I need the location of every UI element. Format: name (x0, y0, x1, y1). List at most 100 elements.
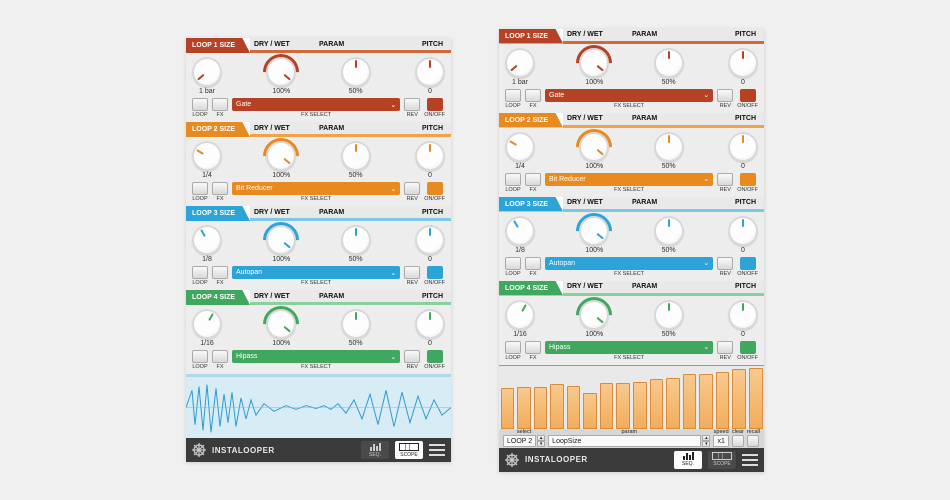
seq-step[interactable] (699, 374, 713, 428)
pitch-knob[interactable] (728, 300, 758, 330)
seq-step[interactable] (517, 387, 531, 429)
param-knob[interactable] (654, 300, 684, 330)
fx-button[interactable] (212, 350, 228, 363)
seq-recall-button[interactable] (747, 435, 759, 447)
loop-size-knob[interactable] (192, 141, 222, 171)
seq-step[interactable] (616, 383, 630, 428)
loop-button[interactable] (505, 257, 521, 270)
seq-mode-button[interactable]: SEQ. (361, 441, 389, 459)
fx-button[interactable] (525, 173, 541, 186)
loop-button[interactable] (192, 98, 208, 111)
drywet-knob[interactable] (266, 225, 296, 255)
seq-clear-button[interactable] (732, 435, 744, 447)
drywet-knob[interactable] (266, 141, 296, 171)
seq-step[interactable] (600, 383, 614, 428)
drywet-knob[interactable] (266, 57, 296, 87)
rev-button[interactable] (717, 173, 733, 186)
fx-button[interactable] (525, 257, 541, 270)
seq-speed-field[interactable]: x1 (713, 435, 728, 447)
loop-button[interactable] (192, 350, 208, 363)
rev-button[interactable] (404, 350, 420, 363)
seq-step[interactable] (666, 378, 680, 428)
loop-size-knob[interactable] (505, 48, 535, 78)
seq-param-field[interactable]: LoopSize (548, 435, 701, 447)
seq-select-stepper[interactable]: ▴▾ (537, 435, 545, 447)
loop-size-knob[interactable] (192, 225, 222, 255)
onoff-button[interactable] (427, 266, 443, 279)
seq-step[interactable] (716, 372, 730, 429)
onoff-button[interactable] (740, 173, 756, 186)
loop-size-knob[interactable] (192, 57, 222, 87)
pitch-knob[interactable] (415, 57, 445, 87)
param-knob[interactable] (341, 309, 371, 339)
seq-step[interactable] (501, 388, 515, 428)
param-knob[interactable] (654, 132, 684, 162)
fx-select-dropdown[interactable]: Gate⌄ (232, 98, 400, 111)
param-knob[interactable] (341, 57, 371, 87)
fx-select-dropdown[interactable]: Gate⌄ (545, 89, 713, 102)
fx-button[interactable] (212, 266, 228, 279)
seq-step[interactable] (534, 387, 548, 429)
param-knob[interactable] (341, 141, 371, 171)
seq-mode-button[interactable]: SEQ. (674, 451, 702, 469)
menu-icon[interactable] (429, 444, 445, 456)
rev-button[interactable] (717, 257, 733, 270)
drywet-knob[interactable] (579, 300, 609, 330)
rev-button[interactable] (717, 341, 733, 354)
loop-size-knob[interactable] (505, 216, 535, 246)
loop-size-knob[interactable] (192, 309, 222, 339)
loop-button[interactable] (192, 266, 208, 279)
param-knob[interactable] (654, 48, 684, 78)
drywet-knob[interactable] (266, 309, 296, 339)
onoff-button[interactable] (740, 89, 756, 102)
loop-button[interactable] (505, 341, 521, 354)
loop-button[interactable] (505, 173, 521, 186)
onoff-button[interactable] (427, 350, 443, 363)
param-knob[interactable] (654, 216, 684, 246)
seq-step[interactable] (749, 368, 763, 428)
onoff-button[interactable] (427, 182, 443, 195)
pitch-knob[interactable] (728, 48, 758, 78)
pitch-knob[interactable] (415, 141, 445, 171)
scope-mode-button[interactable]: SCOPE (395, 441, 423, 459)
rev-button[interactable] (404, 98, 420, 111)
fx-select-dropdown[interactable]: Hipass⌄ (232, 350, 400, 363)
onoff-button[interactable] (740, 341, 756, 354)
fx-select-dropdown[interactable]: Autopan⌄ (545, 257, 713, 270)
menu-icon[interactable] (742, 454, 758, 466)
param-knob[interactable] (341, 225, 371, 255)
seq-step[interactable] (583, 393, 597, 428)
rev-button[interactable] (717, 89, 733, 102)
loop-button[interactable] (505, 89, 521, 102)
pitch-knob[interactable] (728, 132, 758, 162)
fx-select-dropdown[interactable]: Bit Reducer⌄ (545, 173, 713, 186)
pitch-knob[interactable] (415, 225, 445, 255)
seq-param-stepper[interactable]: ▴▾ (702, 435, 710, 447)
seq-step[interactable] (732, 369, 746, 428)
sequencer-display[interactable] (499, 365, 764, 429)
onoff-button[interactable] (427, 98, 443, 111)
onoff-button[interactable] (740, 257, 756, 270)
rev-button[interactable] (404, 266, 420, 279)
loop-button[interactable] (192, 182, 208, 195)
scope-mode-button[interactable]: SCOPE (708, 451, 736, 469)
pitch-knob[interactable] (728, 216, 758, 246)
fx-button[interactable] (525, 89, 541, 102)
drywet-knob[interactable] (579, 48, 609, 78)
pitch-knob[interactable] (415, 309, 445, 339)
fx-button[interactable] (525, 341, 541, 354)
fx-select-dropdown[interactable]: Hipass⌄ (545, 341, 713, 354)
seq-step[interactable] (650, 379, 664, 428)
seq-select-field[interactable]: LOOP 2 (503, 435, 536, 447)
fx-select-dropdown[interactable]: Bit Reducer⌄ (232, 182, 400, 195)
loop-size-knob[interactable] (505, 132, 535, 162)
seq-step[interactable] (567, 386, 581, 429)
seq-step[interactable] (633, 382, 647, 429)
drywet-knob[interactable] (579, 216, 609, 246)
seq-step[interactable] (683, 374, 697, 428)
seq-step[interactable] (550, 384, 564, 428)
rev-button[interactable] (404, 182, 420, 195)
drywet-knob[interactable] (579, 132, 609, 162)
fx-button[interactable] (212, 182, 228, 195)
loop-size-knob[interactable] (505, 300, 535, 330)
